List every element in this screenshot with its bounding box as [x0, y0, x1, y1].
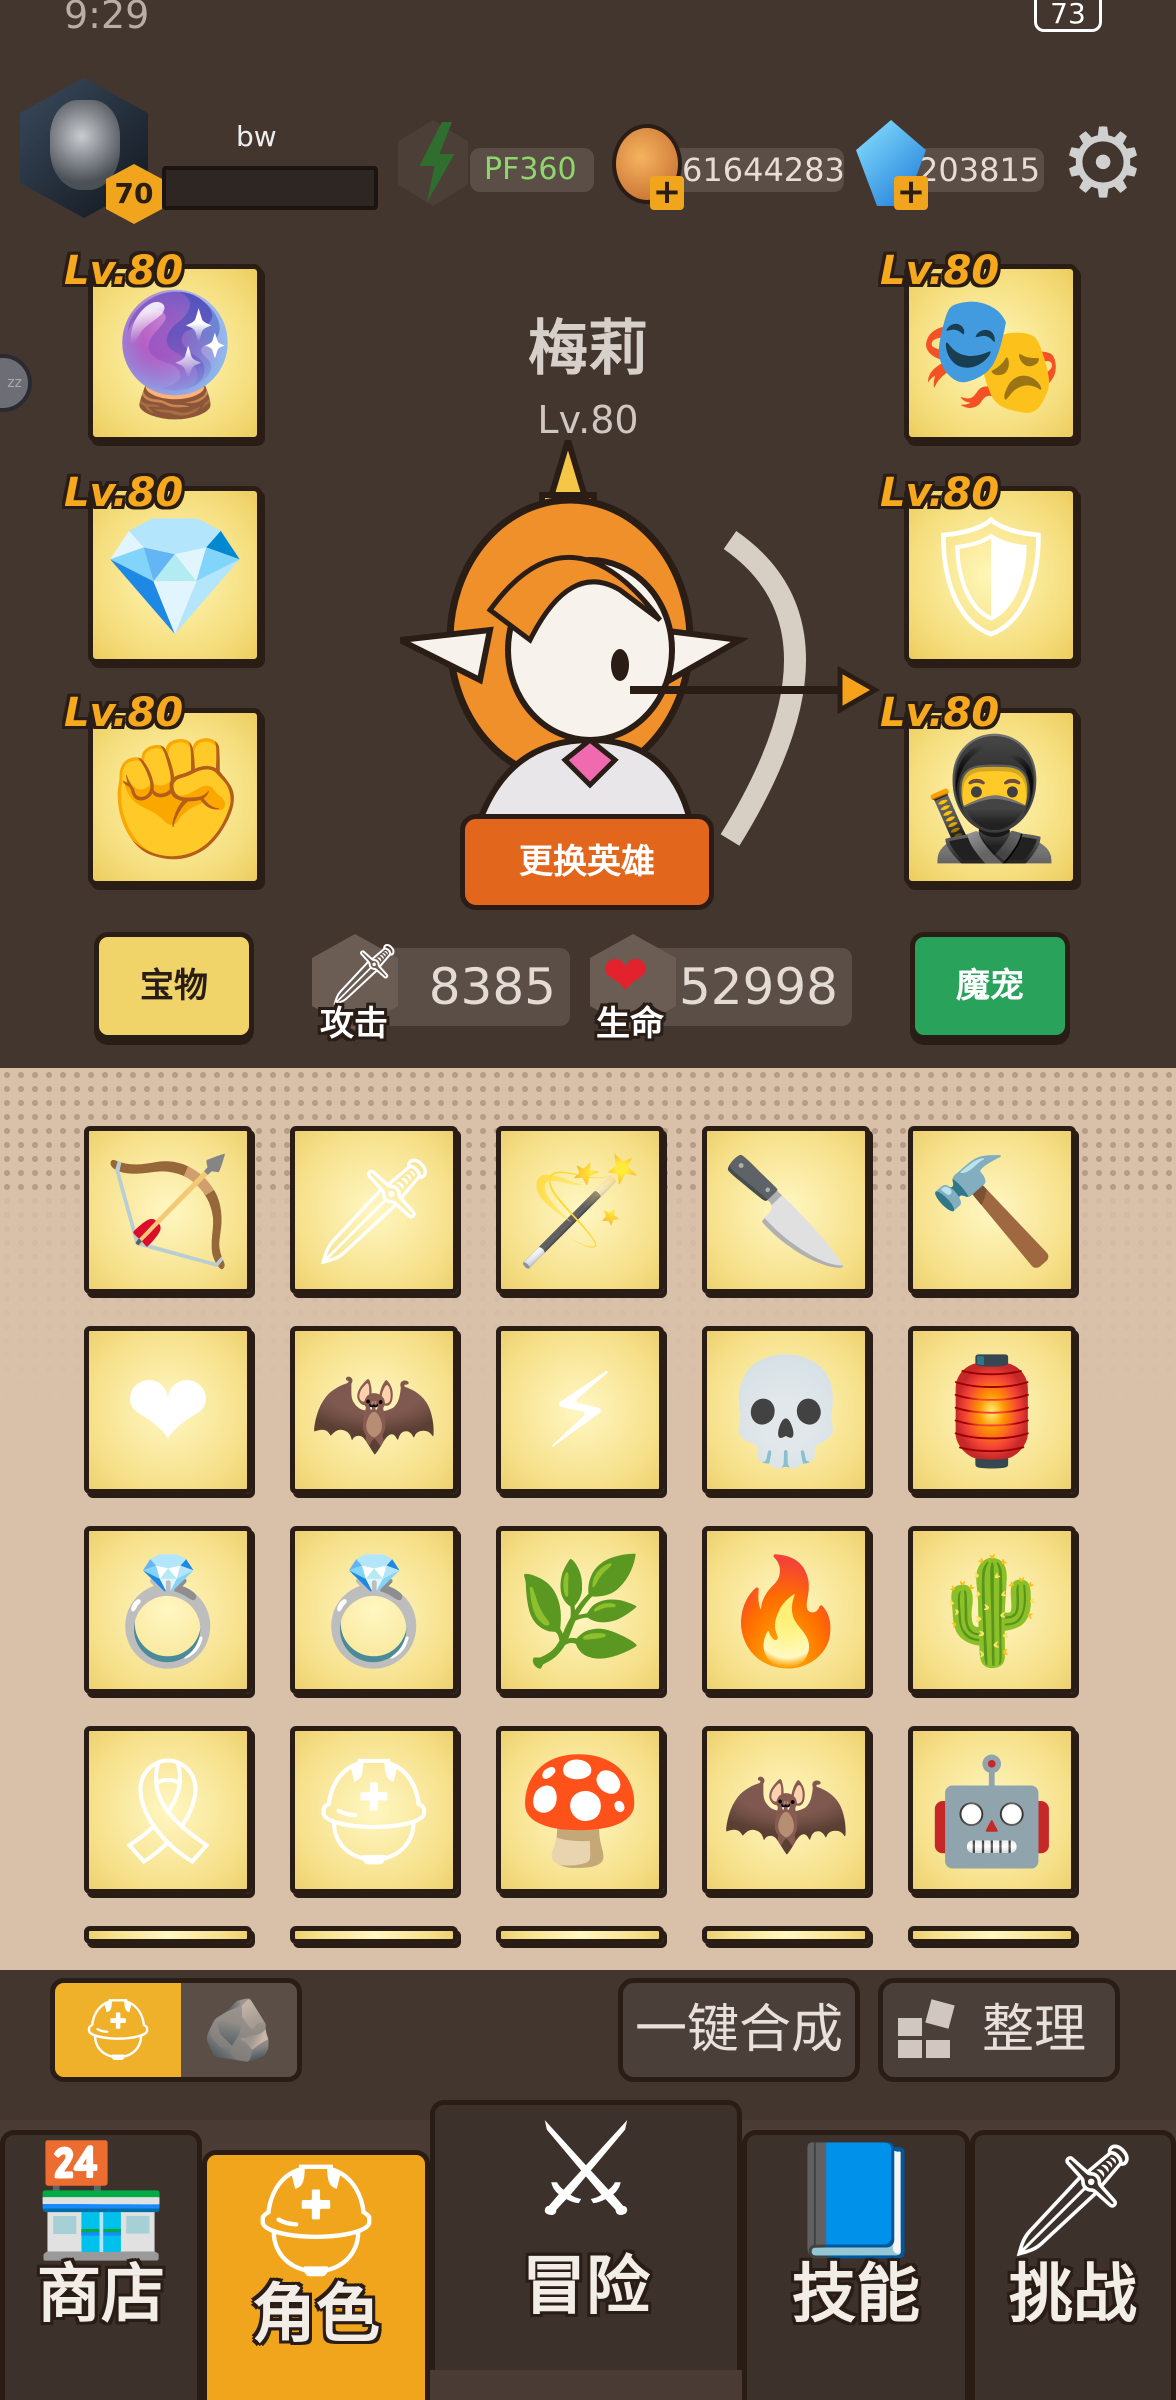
crossed-swords-icon: ⚔	[527, 2094, 645, 2246]
inventory-item-partial[interactable]	[290, 1926, 458, 1944]
hp-label: 生命	[596, 1004, 664, 1044]
equipment-level: Lv.80	[64, 248, 184, 294]
inventory-item[interactable]: 🗡	[290, 1126, 458, 1294]
add-coins-icon[interactable]: +	[650, 175, 684, 210]
bow-icon: 🏹	[103, 1150, 233, 1272]
energy-counter[interactable]: PF360	[470, 148, 594, 192]
coin-counter[interactable]: 61644283	[668, 148, 845, 192]
dark-armor-icon: 🥷	[917, 729, 1065, 867]
lantern-necklace-icon: 🏮	[927, 1350, 1057, 1472]
add-gems-icon[interactable]: +	[894, 175, 928, 210]
player-name: bw	[236, 120, 277, 153]
change-hero-button[interactable]: 更换英雄	[460, 814, 714, 910]
pet-button[interactable]: 魔宠	[910, 932, 1070, 1040]
nav-adventure[interactable]: ⚔ 冒险	[430, 2100, 742, 2370]
attack-label: 攻击	[320, 1004, 388, 1044]
nav-label: 挑战	[1009, 2258, 1137, 2332]
inventory-item[interactable]: 🔥	[702, 1526, 870, 1694]
wand-icon: 🪄	[515, 1150, 645, 1272]
filter-materials-tab[interactable]: 🪨	[181, 1983, 297, 2077]
equipment-level: Lv.80	[880, 470, 1000, 516]
nav-label: 角色	[252, 2278, 380, 2352]
inventory-item[interactable]: 🌿	[496, 1526, 664, 1694]
inventory-item[interactable]: 🔨	[908, 1126, 1076, 1294]
heart-necklace-icon: ❤	[124, 1350, 212, 1472]
nav-skills[interactable]: 📘 技能	[742, 2130, 970, 2400]
vine-ring-icon: 🌿	[515, 1550, 645, 1672]
crystal-necklace-icon: 💎	[101, 507, 249, 645]
nav-shop[interactable]: 🏪 商店	[0, 2130, 202, 2400]
inventory-item[interactable]: 🤖	[908, 1726, 1076, 1894]
inventory-item[interactable]: 🏹	[84, 1126, 252, 1294]
inventory-item[interactable]: 🦇	[290, 1326, 458, 1494]
thorn-ring-icon: 🌵	[927, 1550, 1057, 1672]
inventory-item[interactable]: 🏮	[908, 1326, 1076, 1494]
nav-label: 商店	[37, 2258, 165, 2332]
purple-ring-icon: 💍	[309, 1550, 439, 1672]
hammer-icon: 🔨	[927, 1150, 1057, 1272]
inventory-item[interactable]: 💍	[290, 1526, 458, 1694]
inventory-item-partial[interactable]	[702, 1926, 870, 1944]
equipment-level: Lv.80	[64, 470, 184, 516]
bat-necklace-icon: 🦇	[309, 1350, 439, 1472]
fist-ring-icon: ✊	[101, 729, 249, 867]
bolt-necklace-icon: ⚡	[543, 1350, 617, 1472]
equipment-level: Lv.80	[880, 248, 1000, 294]
inventory-item[interactable]: 💀	[702, 1326, 870, 1494]
inventory-item[interactable]: 🌵	[908, 1526, 1076, 1694]
blue-ring-icon: 💍	[103, 1550, 233, 1672]
inventory-item[interactable]: ❤	[84, 1326, 252, 1494]
skull-necklace-icon: 💀	[721, 1350, 851, 1472]
equipment-level: Lv.80	[880, 690, 1000, 736]
inventory-item[interactable]: ⚡	[496, 1326, 664, 1494]
inventory-item[interactable]: ⛑	[290, 1726, 458, 1894]
treasure-button[interactable]: 宝物	[94, 932, 254, 1040]
settings-gear-icon[interactable]: ⚙	[1058, 115, 1148, 211]
bat-helmet-icon: 🦇	[721, 1750, 851, 1872]
rock-icon: 🪨	[201, 1995, 277, 2065]
mushroom-hat-icon: 🍄	[515, 1750, 645, 1872]
status-time: 9:29	[64, 0, 150, 37]
inventory-item[interactable]: 💍	[84, 1526, 252, 1694]
inventory-filter-toggle[interactable]: ⛑ 🪨	[50, 1978, 302, 2082]
inventory-item[interactable]: 🎗	[84, 1726, 252, 1894]
nav-label: 技能	[792, 2258, 920, 2332]
grid-icon	[898, 1999, 955, 2058]
golden-blade-icon: 🔪	[721, 1150, 851, 1272]
knight-helmet-icon: ⛑	[307, 1750, 441, 1872]
inventory-item-partial[interactable]	[84, 1926, 252, 1944]
helmet-icon: ⛑	[79, 1995, 157, 2065]
inventory-item-partial[interactable]	[496, 1926, 664, 1944]
flame-ring-icon: 🔥	[721, 1550, 851, 1672]
inventory-item[interactable]: 🔪	[702, 1126, 870, 1294]
inventory-item[interactable]: 🪄	[496, 1126, 664, 1294]
auto-merge-button[interactable]: 一键合成	[618, 1978, 860, 2082]
armor-icon: 🛡	[916, 507, 1066, 645]
nav-label: 冒险	[522, 2250, 650, 2324]
inventory-item-partial[interactable]	[908, 1926, 1076, 1944]
battery-indicator: 73	[1034, 0, 1102, 32]
inventory-item[interactable]: 🦇	[702, 1726, 870, 1894]
filter-equipment-tab[interactable]: ⛑	[55, 1983, 181, 2077]
equipment-level: Lv.80	[64, 690, 184, 736]
helmet-icon: 🎭	[917, 285, 1065, 423]
leaf-headband-icon: 🎗	[101, 1750, 235, 1872]
robot-helmet-icon: 🤖	[927, 1750, 1057, 1872]
staff-icon: 🔮	[101, 285, 249, 423]
avatar-portrait	[50, 100, 120, 190]
sword-icon: 🗡	[307, 1150, 441, 1272]
nav-character[interactable]: ⛑ 角色	[202, 2150, 430, 2400]
inventory-item[interactable]: 🍄	[496, 1726, 664, 1894]
hero-portrait	[400, 440, 880, 846]
experience-bar	[162, 166, 378, 210]
nav-challenge[interactable]: 🗡 挑战	[970, 2130, 1176, 2400]
